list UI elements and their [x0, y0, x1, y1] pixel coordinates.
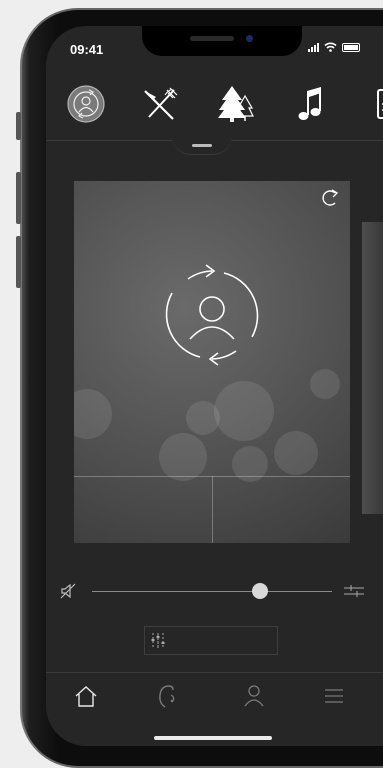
ear-icon	[159, 685, 175, 708]
bokeh-light	[186, 401, 220, 435]
status-time: 09:41	[70, 42, 104, 57]
bokeh-light	[159, 433, 207, 481]
volume-down-button	[16, 236, 21, 288]
category-music[interactable]	[289, 82, 333, 126]
wifi-icon	[324, 42, 337, 52]
category-self-awareness[interactable]	[64, 82, 108, 126]
home-indicator[interactable]	[154, 736, 272, 740]
profile-cycle-icon	[67, 85, 105, 123]
tab-home[interactable]	[68, 679, 104, 713]
volume-control	[46, 578, 383, 606]
share-button[interactable]	[320, 187, 342, 207]
tab-hearing[interactable]	[150, 679, 186, 713]
tab-menu[interactable]	[316, 679, 352, 713]
equalizer-button[interactable]	[144, 626, 278, 655]
earpiece	[190, 36, 234, 41]
bokeh-light	[310, 369, 340, 399]
drawer-handle[interactable]	[172, 136, 232, 155]
volume-slider-thumb[interactable]	[252, 583, 268, 599]
tab-bar	[46, 672, 383, 721]
home-icon	[75, 686, 97, 707]
category-dining[interactable]	[138, 82, 182, 126]
program-card[interactable]	[74, 181, 350, 543]
user-icon	[244, 685, 264, 707]
volume-up-button	[16, 172, 21, 224]
bokeh-light	[214, 381, 274, 441]
silent-switch	[16, 112, 21, 140]
bokeh-light	[74, 389, 112, 439]
front-camera	[246, 35, 253, 42]
signal-icon	[308, 42, 319, 52]
next-card-peek[interactable]	[362, 222, 383, 514]
tab-profile[interactable]	[236, 679, 272, 713]
notch	[142, 26, 302, 56]
volume-slider-track[interactable]	[92, 591, 332, 592]
bokeh-light	[274, 431, 318, 475]
battery-icon	[342, 42, 360, 52]
volume-settings-icon[interactable]	[344, 583, 364, 599]
sliders-icon	[151, 633, 165, 649]
fork-knife-icon	[144, 87, 178, 120]
profile-cycle-icon	[160, 263, 264, 367]
status-icons	[308, 42, 360, 52]
music-note-icon	[298, 87, 321, 120]
category-bar	[46, 76, 383, 140]
category-nature[interactable]	[213, 82, 257, 126]
partial-icon	[377, 89, 383, 119]
app-screen: 09:41	[46, 26, 383, 746]
category-more[interactable]	[358, 82, 383, 126]
card-divider	[212, 476, 213, 543]
trees-icon	[218, 86, 254, 122]
menu-icon	[325, 689, 343, 703]
speaker-muted-icon[interactable]	[60, 582, 78, 600]
share-icon	[322, 189, 339, 206]
